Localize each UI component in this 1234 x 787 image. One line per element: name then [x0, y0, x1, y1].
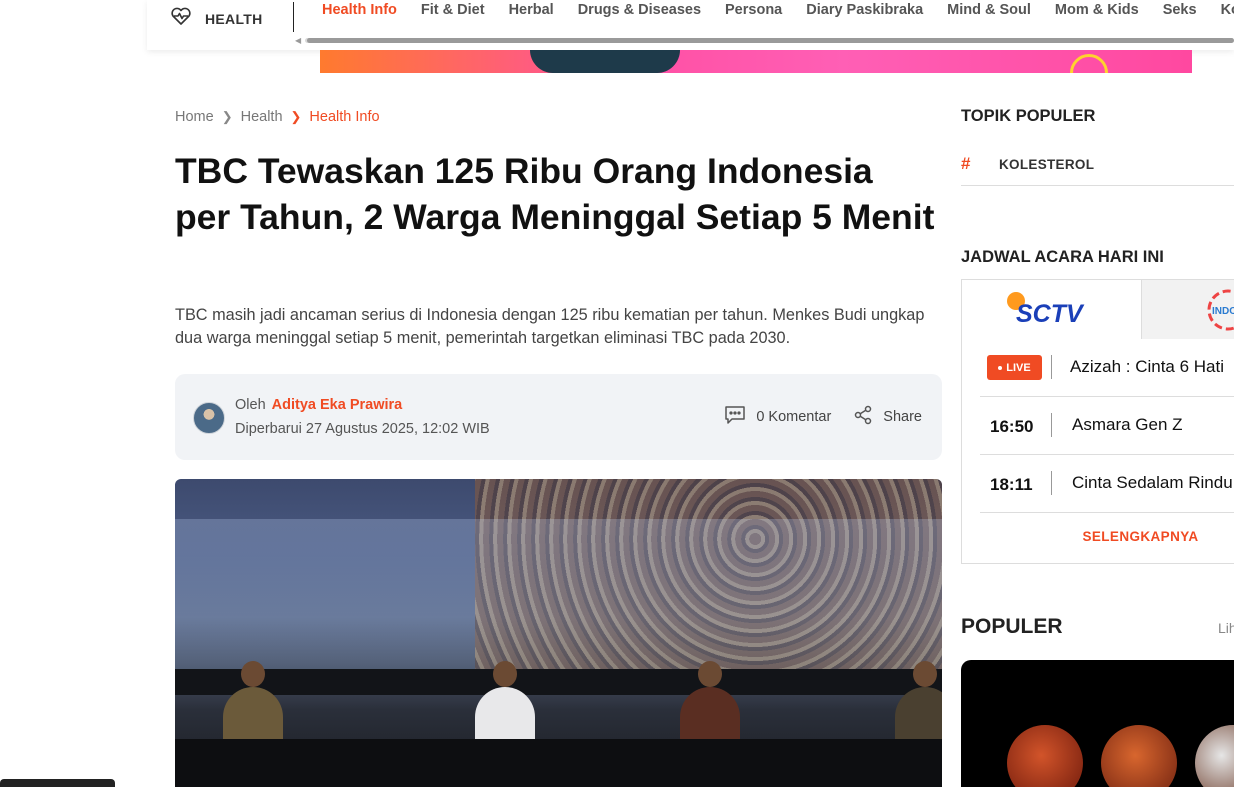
- photo-person: [895, 661, 942, 747]
- nav-item-more[interactable]: Ko: [1221, 2, 1234, 18]
- nav-item-diary-paskibraka[interactable]: Diary Paskibraka: [806, 2, 923, 18]
- banner-figure: [530, 50, 680, 73]
- moon-image: [1101, 725, 1177, 787]
- comment-icon: [724, 405, 746, 429]
- bottom-floating-bar[interactable]: [0, 779, 115, 787]
- scrollbar-thumb[interactable]: [307, 38, 1234, 43]
- nav-item-mind-soul[interactable]: Mind & Soul: [947, 2, 1031, 18]
- article-actions: 0 Komentar Share: [724, 405, 922, 429]
- ad-banner[interactable]: [320, 50, 1192, 73]
- updated-timestamp: Diperbarui 27 Agustus 2025, 12:02 WIB: [235, 421, 490, 437]
- nav-item-seks[interactable]: Seks: [1163, 2, 1197, 18]
- show-title: Asmara Gen Z: [1072, 415, 1183, 434]
- photo-person: [475, 661, 535, 747]
- share-icon: [853, 405, 873, 429]
- breadcrumb-health[interactable]: Health: [241, 109, 283, 125]
- nav-item-drugs-diseases[interactable]: Drugs & Diseases: [578, 2, 701, 18]
- breadcrumb-home[interactable]: Home: [175, 109, 214, 125]
- topik-populer-heading: TOPIK POPULER: [961, 107, 1096, 125]
- comments-button[interactable]: 0 Komentar: [724, 405, 831, 429]
- author-name-link[interactable]: Aditya Eka Prawira: [272, 397, 403, 413]
- photo-video-screen: [175, 519, 942, 669]
- byline: Oleh Aditya Eka Prawira: [235, 397, 402, 413]
- hash-icon: #: [961, 154, 971, 173]
- comment-count: 0 Komentar: [756, 409, 832, 425]
- svg-text:INDOS: INDOS: [1212, 306, 1234, 317]
- nav-item-persona[interactable]: Persona: [725, 2, 782, 18]
- live-badge: LIVE: [987, 355, 1042, 380]
- nav-item-fit-diet[interactable]: Fit & Diet: [421, 2, 485, 18]
- nav-item-health-info[interactable]: Health Info: [322, 2, 397, 18]
- author-avatar[interactable]: [193, 402, 225, 434]
- moon-image: [1007, 725, 1083, 787]
- chevron-right-icon: ❯: [290, 109, 302, 124]
- selengkapnya-link[interactable]: SELENGKAPNYA: [962, 529, 1234, 544]
- svg-text:SCTV: SCTV: [1016, 300, 1085, 328]
- show-time: 18:11: [990, 475, 1033, 494]
- section-brand[interactable]: HEALTH: [169, 4, 263, 33]
- photo-person: [680, 661, 740, 747]
- topic-label: KOLESTEROL: [999, 157, 1095, 172]
- sctv-logo-icon: SCTV: [1007, 292, 1085, 328]
- show-title: Azizah : Cinta 6 Hati: [1070, 357, 1225, 376]
- topic-item[interactable]: # KOLESTEROL: [961, 150, 1234, 186]
- nav-divider: [293, 2, 294, 32]
- article-lead: TBC masih jadi ancaman serius di Indones…: [175, 306, 925, 347]
- schedule-row[interactable]: 18:11 Cinta Sedalam Rindu: [980, 455, 1234, 513]
- banner-ring-decoration: [1070, 54, 1108, 73]
- breadcrumb: Home ❯ Health ❯ Health Info: [175, 109, 380, 125]
- photo-toolbar-strip: [175, 669, 942, 695]
- by-prefix: Oleh: [235, 397, 266, 413]
- populer-heading: POPULER: [961, 615, 1063, 638]
- article-title: TBC Tewaskan 125 Ribu Orang Indonesia pe…: [175, 151, 935, 237]
- category-menu: Health Info Fit & Diet Herbal Drugs & Di…: [322, 2, 1234, 18]
- article-photo[interactable]: [175, 479, 942, 787]
- photo-person: [223, 661, 283, 747]
- schedule-row[interactable]: LIVE Azizah : Cinta 6 Hati: [980, 339, 1234, 397]
- nav-item-mom-kids[interactable]: Mom & Kids: [1055, 2, 1139, 18]
- share-button[interactable]: Share: [853, 405, 922, 429]
- channel-tab-sctv[interactable]: SCTV: [962, 280, 1142, 339]
- indosiar-logo-icon: INDOS: [1207, 289, 1234, 331]
- show-time: 16:50: [990, 417, 1034, 436]
- heart-pulse-icon: [169, 4, 193, 33]
- share-label: Share: [883, 409, 922, 425]
- photo-table: [175, 739, 942, 787]
- section-label: HEALTH: [205, 10, 263, 27]
- jadwal-heading: JADWAL ACARA HARI INI: [961, 248, 1164, 266]
- schedule-row[interactable]: 16:50 Asmara Gen Z: [980, 397, 1234, 455]
- author-meta-box: Oleh Aditya Eka Prawira Diperbarui 27 Ag…: [175, 374, 942, 460]
- breadcrumb-current[interactable]: Health Info: [309, 109, 379, 125]
- moon-image: [1195, 725, 1234, 787]
- chevron-right-icon: ❯: [221, 109, 233, 124]
- populer-thumbnail[interactable]: [961, 660, 1234, 787]
- channel-tab-indosiar[interactable]: INDOS: [1142, 280, 1234, 339]
- tv-schedule: SCTV INDOS LIVE Azizah : Cinta 6 Hati 16…: [961, 279, 1234, 564]
- nav-item-herbal[interactable]: Herbal: [509, 2, 554, 18]
- show-title: Cinta Sedalam Rindu: [1072, 473, 1233, 492]
- populer-see-all-link[interactable]: Lih: [1218, 620, 1234, 636]
- menu-scrollbar[interactable]: ◀: [295, 36, 1234, 45]
- top-navigation: HEALTH Health Info Fit & Diet Herbal Dru…: [147, 0, 1234, 50]
- channel-tabs: SCTV INDOS: [962, 280, 1234, 339]
- scroll-left-arrow-icon[interactable]: ◀: [295, 36, 301, 45]
